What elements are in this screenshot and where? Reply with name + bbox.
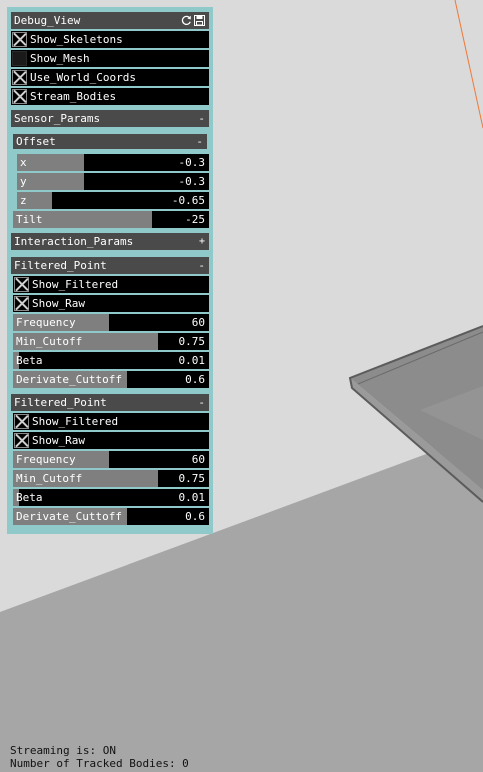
slider-beta[interactable]: Beta 0.01 bbox=[13, 489, 209, 506]
slider-value: -0.3 bbox=[178, 156, 206, 169]
checkbox-icon[interactable] bbox=[14, 414, 29, 429]
slider-value: 0.01 bbox=[178, 354, 206, 367]
slider-value: -0.65 bbox=[171, 194, 205, 207]
toggle-stream-bodies[interactable]: Stream_Bodies bbox=[11, 88, 209, 105]
toggle-label: Show_Mesh bbox=[30, 52, 90, 65]
collapse-icon[interactable]: - bbox=[196, 135, 203, 148]
slider-tilt[interactable]: Tilt -25 bbox=[13, 211, 209, 228]
sensor-params-header[interactable]: Sensor_Params - bbox=[11, 110, 209, 127]
debug-view-title: Debug_View bbox=[14, 14, 81, 27]
checkbox-icon[interactable] bbox=[14, 296, 29, 311]
slider-fill bbox=[17, 173, 85, 190]
filtered-point-title: Filtered_Point bbox=[14, 396, 107, 409]
collapse-icon[interactable]: - bbox=[198, 396, 205, 409]
slider-label: Frequency bbox=[16, 453, 76, 466]
slider-value: 0.6 bbox=[185, 510, 205, 523]
interaction-params-title: Interaction_Params bbox=[14, 235, 134, 248]
filtered-point-header[interactable]: Filtered_Point - bbox=[11, 394, 209, 411]
slider-label: Beta bbox=[16, 354, 43, 367]
toggle-label: Show_Skeletons bbox=[30, 33, 123, 46]
toggle-show-skeletons[interactable]: Show_Skeletons bbox=[11, 31, 209, 48]
slider-value: 0.6 bbox=[185, 373, 205, 386]
offset-title: Offset bbox=[16, 135, 56, 148]
streaming-status: Streaming is: ON bbox=[10, 744, 116, 757]
refresh-icon[interactable] bbox=[181, 15, 192, 26]
slider-value: 0.75 bbox=[178, 335, 206, 348]
slider-label: Min_Cutoff bbox=[16, 472, 83, 485]
toggle-use-world-coords[interactable]: Use_World_Coords bbox=[11, 69, 209, 86]
offset-header[interactable]: Offset - bbox=[13, 134, 207, 149]
slider-offset-x[interactable]: x -0.3 bbox=[17, 154, 209, 171]
checkbox-icon[interactable] bbox=[12, 51, 27, 66]
checkbox-icon[interactable] bbox=[12, 70, 27, 85]
slider-value: 0.01 bbox=[178, 491, 206, 504]
checkbox-icon[interactable] bbox=[12, 32, 27, 47]
slider-min-cutoff[interactable]: Min_Cutoff 0.75 bbox=[13, 333, 209, 350]
slider-label: Derivate_Cuttoff bbox=[16, 510, 122, 523]
toggle-show-filtered[interactable]: Show_Filtered bbox=[13, 413, 209, 430]
slider-label: Frequency bbox=[16, 316, 76, 329]
slider-label: y bbox=[20, 175, 27, 188]
slider-value: 0.75 bbox=[178, 472, 206, 485]
toggle-show-filtered[interactable]: Show_Filtered bbox=[13, 276, 209, 293]
toggle-label: Show_Raw bbox=[32, 297, 85, 310]
slider-value: 60 bbox=[191, 453, 205, 466]
toggle-label: Use_World_Coords bbox=[30, 71, 136, 84]
expand-icon[interactable]: + bbox=[199, 235, 205, 248]
toggle-show-mesh[interactable]: Show_Mesh bbox=[11, 50, 209, 67]
toggle-show-raw[interactable]: Show_Raw bbox=[13, 432, 209, 449]
debug-gui-panel: Debug_View Show_Skeletons Show_Mesh Use_… bbox=[7, 7, 213, 534]
slider-fill bbox=[17, 154, 85, 171]
slider-derivate-cuttoff[interactable]: Derivate_Cuttoff 0.6 bbox=[13, 508, 209, 525]
slider-frequency[interactable]: Frequency 60 bbox=[13, 451, 209, 468]
slider-label: z bbox=[20, 194, 27, 207]
checkbox-icon[interactable] bbox=[12, 89, 27, 104]
toggle-label: Show_Raw bbox=[32, 434, 85, 447]
slider-offset-z[interactable]: z -0.65 bbox=[17, 192, 209, 209]
slider-value: -0.3 bbox=[178, 175, 206, 188]
slider-value: -25 bbox=[185, 213, 205, 226]
slider-label: Beta bbox=[16, 491, 43, 504]
slider-label: x bbox=[20, 156, 27, 169]
filtered-point-title: Filtered_Point bbox=[14, 259, 107, 272]
toggle-label: Show_Filtered bbox=[32, 415, 119, 428]
slider-label: Tilt bbox=[16, 213, 43, 226]
sensor-params-title: Sensor_Params bbox=[14, 112, 101, 125]
filtered-point-header[interactable]: Filtered_Point - bbox=[11, 257, 209, 274]
collapse-icon[interactable]: - bbox=[198, 259, 205, 272]
checkbox-icon[interactable] bbox=[14, 433, 29, 448]
collapse-icon[interactable]: - bbox=[198, 112, 205, 125]
slider-derivate-cuttoff[interactable]: Derivate_Cuttoff 0.6 bbox=[13, 371, 209, 388]
slider-label: Derivate_Cuttoff bbox=[16, 373, 122, 386]
toggle-label: Show_Filtered bbox=[32, 278, 119, 291]
slider-beta[interactable]: Beta 0.01 bbox=[13, 352, 209, 369]
slider-min-cutoff[interactable]: Min_Cutoff 0.75 bbox=[13, 470, 209, 487]
checkbox-icon[interactable] bbox=[14, 277, 29, 292]
tracked-bodies-count: Number of Tracked Bodies: 0 bbox=[10, 757, 189, 770]
debug-view-header[interactable]: Debug_View bbox=[11, 12, 209, 29]
interaction-params-header[interactable]: Interaction_Params + bbox=[11, 233, 209, 250]
toggle-show-raw[interactable]: Show_Raw bbox=[13, 295, 209, 312]
slider-offset-y[interactable]: y -0.3 bbox=[17, 173, 209, 190]
slider-label: Min_Cutoff bbox=[16, 335, 83, 348]
toggle-label: Stream_Bodies bbox=[30, 90, 117, 103]
save-icon[interactable] bbox=[194, 15, 205, 26]
slider-value: 60 bbox=[191, 316, 205, 329]
slider-frequency[interactable]: Frequency 60 bbox=[13, 314, 209, 331]
